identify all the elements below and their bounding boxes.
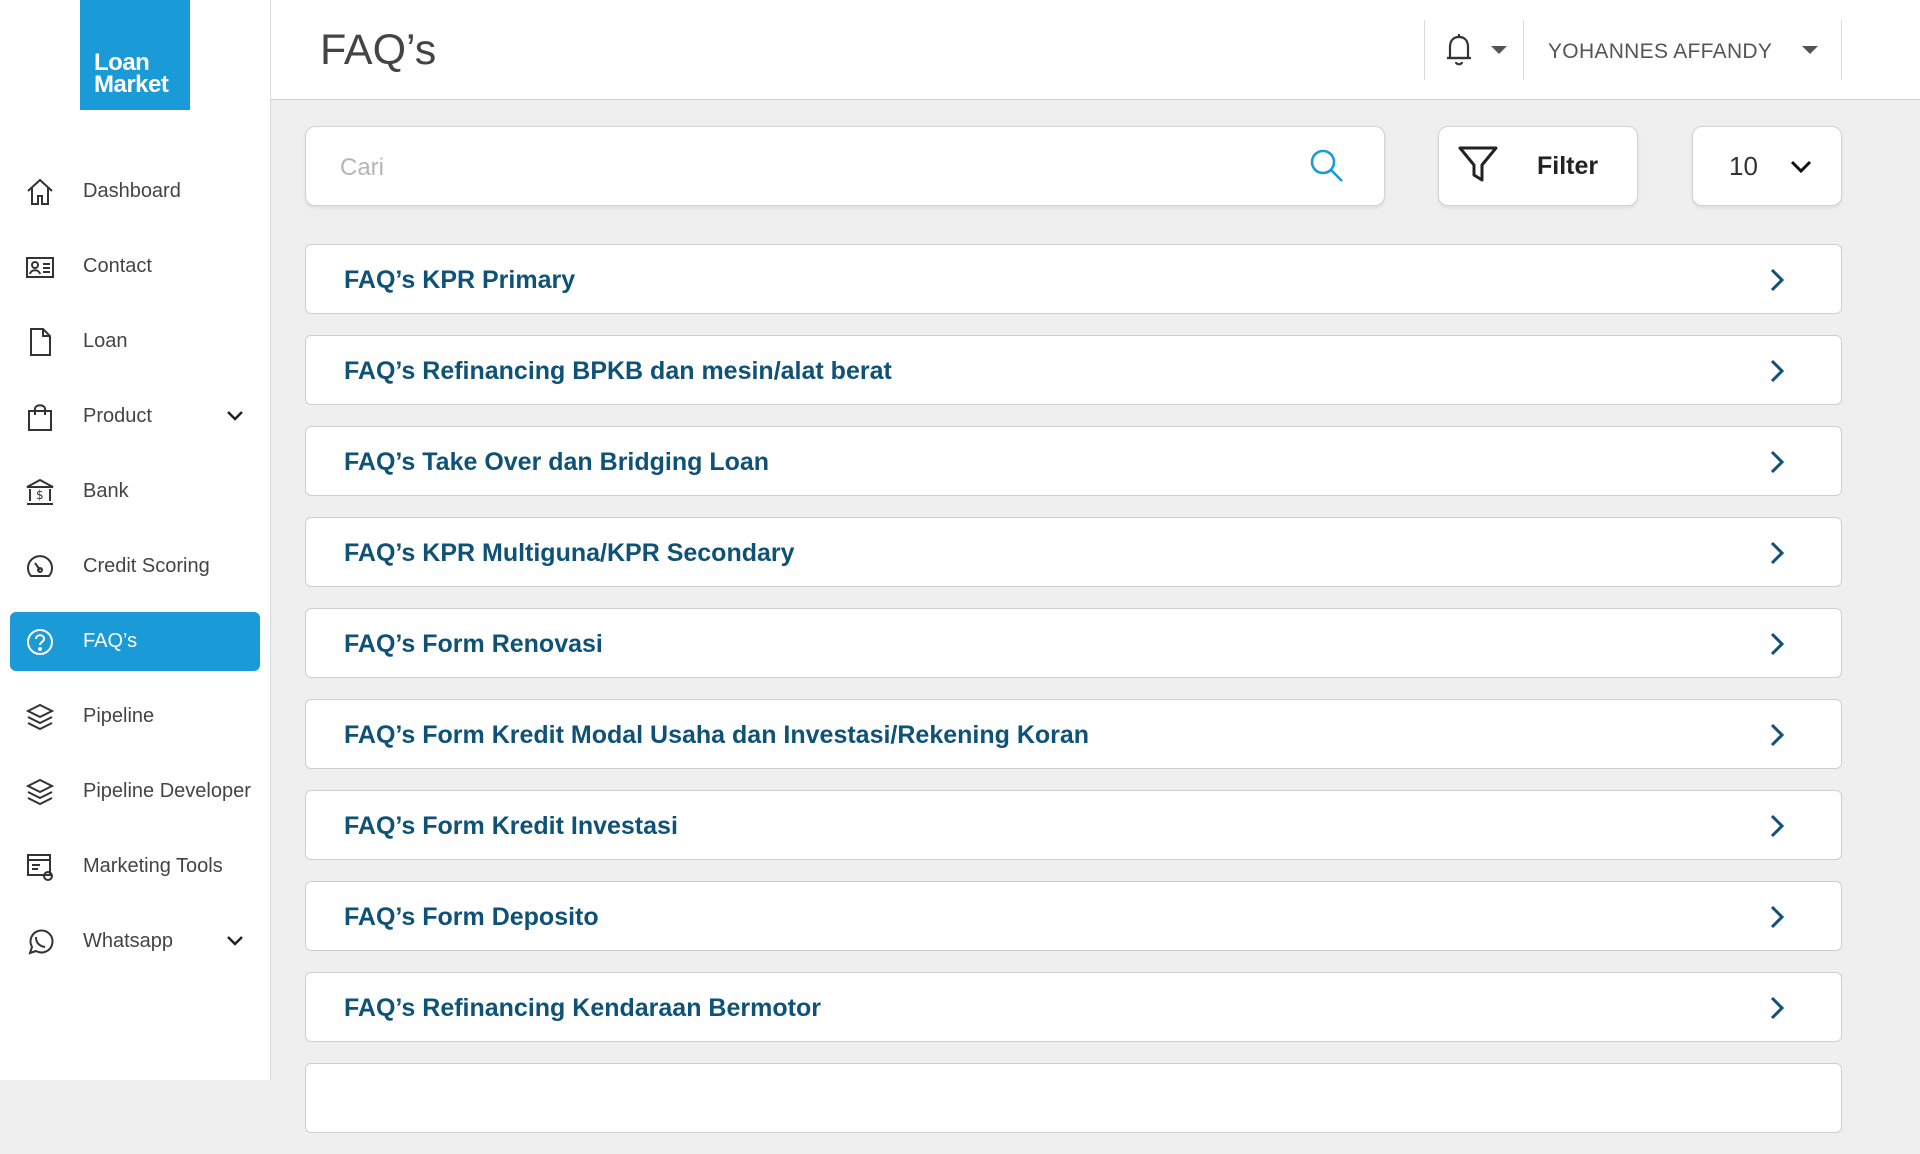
home-icon <box>22 174 58 210</box>
sidebar-item-credit-scoring[interactable]: Credit Scoring <box>10 537 260 596</box>
sidebar-item-bank[interactable]: $ Bank <box>10 462 260 521</box>
sidebar-item-label: Pipeline <box>83 705 155 727</box>
sidebar-item-label: Credit Scoring <box>83 555 210 577</box>
header-divider <box>1424 20 1425 80</box>
sidebar-item-contact[interactable]: Contact <box>10 237 260 296</box>
sidebar-item-label: Marketing Tools <box>83 855 223 877</box>
sidebar-item-product[interactable]: Product <box>10 387 260 446</box>
document-icon <box>22 324 58 360</box>
faq-item[interactable]: FAQ’s Form Deposito <box>305 881 1842 951</box>
sidebar-item-label: Dashboard <box>83 180 181 202</box>
faq-list: FAQ’s KPR Primary FAQ’s Refinancing BPKB… <box>305 244 1842 1154</box>
question-circle-icon <box>22 624 58 660</box>
sidebar-item-loan[interactable]: Loan <box>10 312 260 371</box>
sidebar-nav: Dashboard Contact Loan Product $ Bank Cr… <box>10 162 260 987</box>
faq-item[interactable]: FAQ’s KPR Primary <box>305 244 1842 314</box>
faq-item[interactable]: FAQ’s Form Kredit Investasi <box>305 790 1842 860</box>
page-size-value: 10 <box>1729 150 1758 181</box>
filter-button[interactable]: Filter <box>1438 126 1638 206</box>
contact-card-icon <box>22 249 58 285</box>
svg-text:$: $ <box>36 488 44 502</box>
search-icon[interactable] <box>1308 147 1346 190</box>
faq-item-title: FAQ’s KPR Primary <box>344 266 576 294</box>
faq-item-title: FAQ’s Form Deposito <box>344 903 599 931</box>
sidebar-item-label: Product <box>83 405 152 427</box>
faq-item-title: FAQ’s Form Renovasi <box>344 630 603 658</box>
faq-item[interactable]: FAQ’s Form Kredit Modal Usaha dan Invest… <box>305 699 1842 769</box>
sidebar-item-dashboard[interactable]: Dashboard <box>10 162 260 221</box>
chevron-down-icon <box>1789 155 1813 184</box>
notification-caret-down-icon[interactable] <box>1491 46 1507 54</box>
search-box <box>305 126 1385 206</box>
faq-item-title: FAQ’s Form Kredit Investasi <box>344 812 678 840</box>
shopping-bag-icon <box>22 399 58 435</box>
filter-label: Filter <box>1537 151 1599 180</box>
faq-item[interactable]: FAQ’s Form Renovasi <box>305 608 1842 678</box>
faq-item-title: FAQ’s Form Kredit Modal Usaha dan Invest… <box>344 721 1090 749</box>
chevron-right-icon <box>1765 631 1789 662</box>
sidebar-item-label: Bank <box>83 480 129 502</box>
faq-item-title: FAQ’s KPR Multiguna/KPR Secondary <box>344 539 795 567</box>
bell-icon[interactable] <box>1444 32 1474 73</box>
chevron-right-icon <box>1765 904 1789 935</box>
header-divider <box>1523 20 1524 80</box>
gauge-icon <box>22 549 58 585</box>
faq-item[interactable]: FAQ’s Take Over dan Bridging Loan <box>305 426 1842 496</box>
chevron-right-icon <box>1765 813 1789 844</box>
chevron-down-icon[interactable] <box>224 405 246 433</box>
faq-item[interactable]: FAQ’s Refinancing BPKB dan mesin/alat be… <box>305 335 1842 405</box>
filter-icon <box>1457 143 1499 190</box>
sidebar-item-label: Pipeline Developer <box>83 780 251 802</box>
sidebar-item-pipeline-developer[interactable]: Pipeline Developer <box>10 762 260 821</box>
page-title: FAQ’s <box>320 26 437 74</box>
faq-item[interactable]: FAQ’s KPR Multiguna/KPR Secondary <box>305 517 1842 587</box>
loan-market-logo[interactable]: Loan Market <box>80 0 190 110</box>
faq-item-partial[interactable] <box>305 1063 1842 1133</box>
sidebar-item-faqs[interactable]: FAQ’s <box>10 612 260 671</box>
layers-icon <box>22 699 58 735</box>
logo-line-2: Market <box>94 71 169 98</box>
sidebar: Loan Market Dashboard Contact Loan Produ… <box>0 0 271 1080</box>
sidebar-item-marketing-tools[interactable]: Marketing Tools <box>10 837 260 896</box>
layers-icon <box>22 774 58 810</box>
chevron-right-icon <box>1765 449 1789 480</box>
settings-window-icon <box>22 849 58 885</box>
chevron-down-icon[interactable] <box>224 930 246 958</box>
user-menu-caret-down-icon[interactable] <box>1802 46 1818 54</box>
faq-item[interactable]: FAQ’s Refinancing Kendaraan Bermotor <box>305 972 1842 1042</box>
sidebar-item-whatsapp[interactable]: Whatsapp <box>10 912 260 971</box>
chevron-right-icon <box>1765 722 1789 753</box>
sidebar-item-label: Whatsapp <box>83 930 174 952</box>
chevron-right-icon <box>1765 267 1789 298</box>
faq-item-title: FAQ’s Refinancing Kendaraan Bermotor <box>344 994 821 1022</box>
sidebar-item-label: FAQ’s <box>83 630 138 652</box>
faq-item-title: FAQ’s Take Over dan Bridging Loan <box>344 448 770 476</box>
whatsapp-icon <box>22 924 58 960</box>
sidebar-item-label: Contact <box>83 255 152 277</box>
search-input[interactable] <box>338 149 1242 187</box>
bank-icon: $ <box>22 474 58 510</box>
chevron-right-icon <box>1765 995 1789 1026</box>
sidebar-item-label: Loan <box>83 330 128 352</box>
sidebar-item-pipeline[interactable]: Pipeline <box>10 687 260 746</box>
header-divider <box>1841 20 1842 80</box>
chevron-right-icon <box>1765 540 1789 571</box>
top-header: FAQ’s YOHANNES AFFANDY <box>271 0 1920 100</box>
page-size-select[interactable]: 10 <box>1692 126 1842 206</box>
chevron-right-icon <box>1765 358 1789 389</box>
user-name[interactable]: YOHANNES AFFANDY <box>1548 40 1772 64</box>
faq-item-title: FAQ’s Refinancing BPKB dan mesin/alat be… <box>344 357 892 385</box>
